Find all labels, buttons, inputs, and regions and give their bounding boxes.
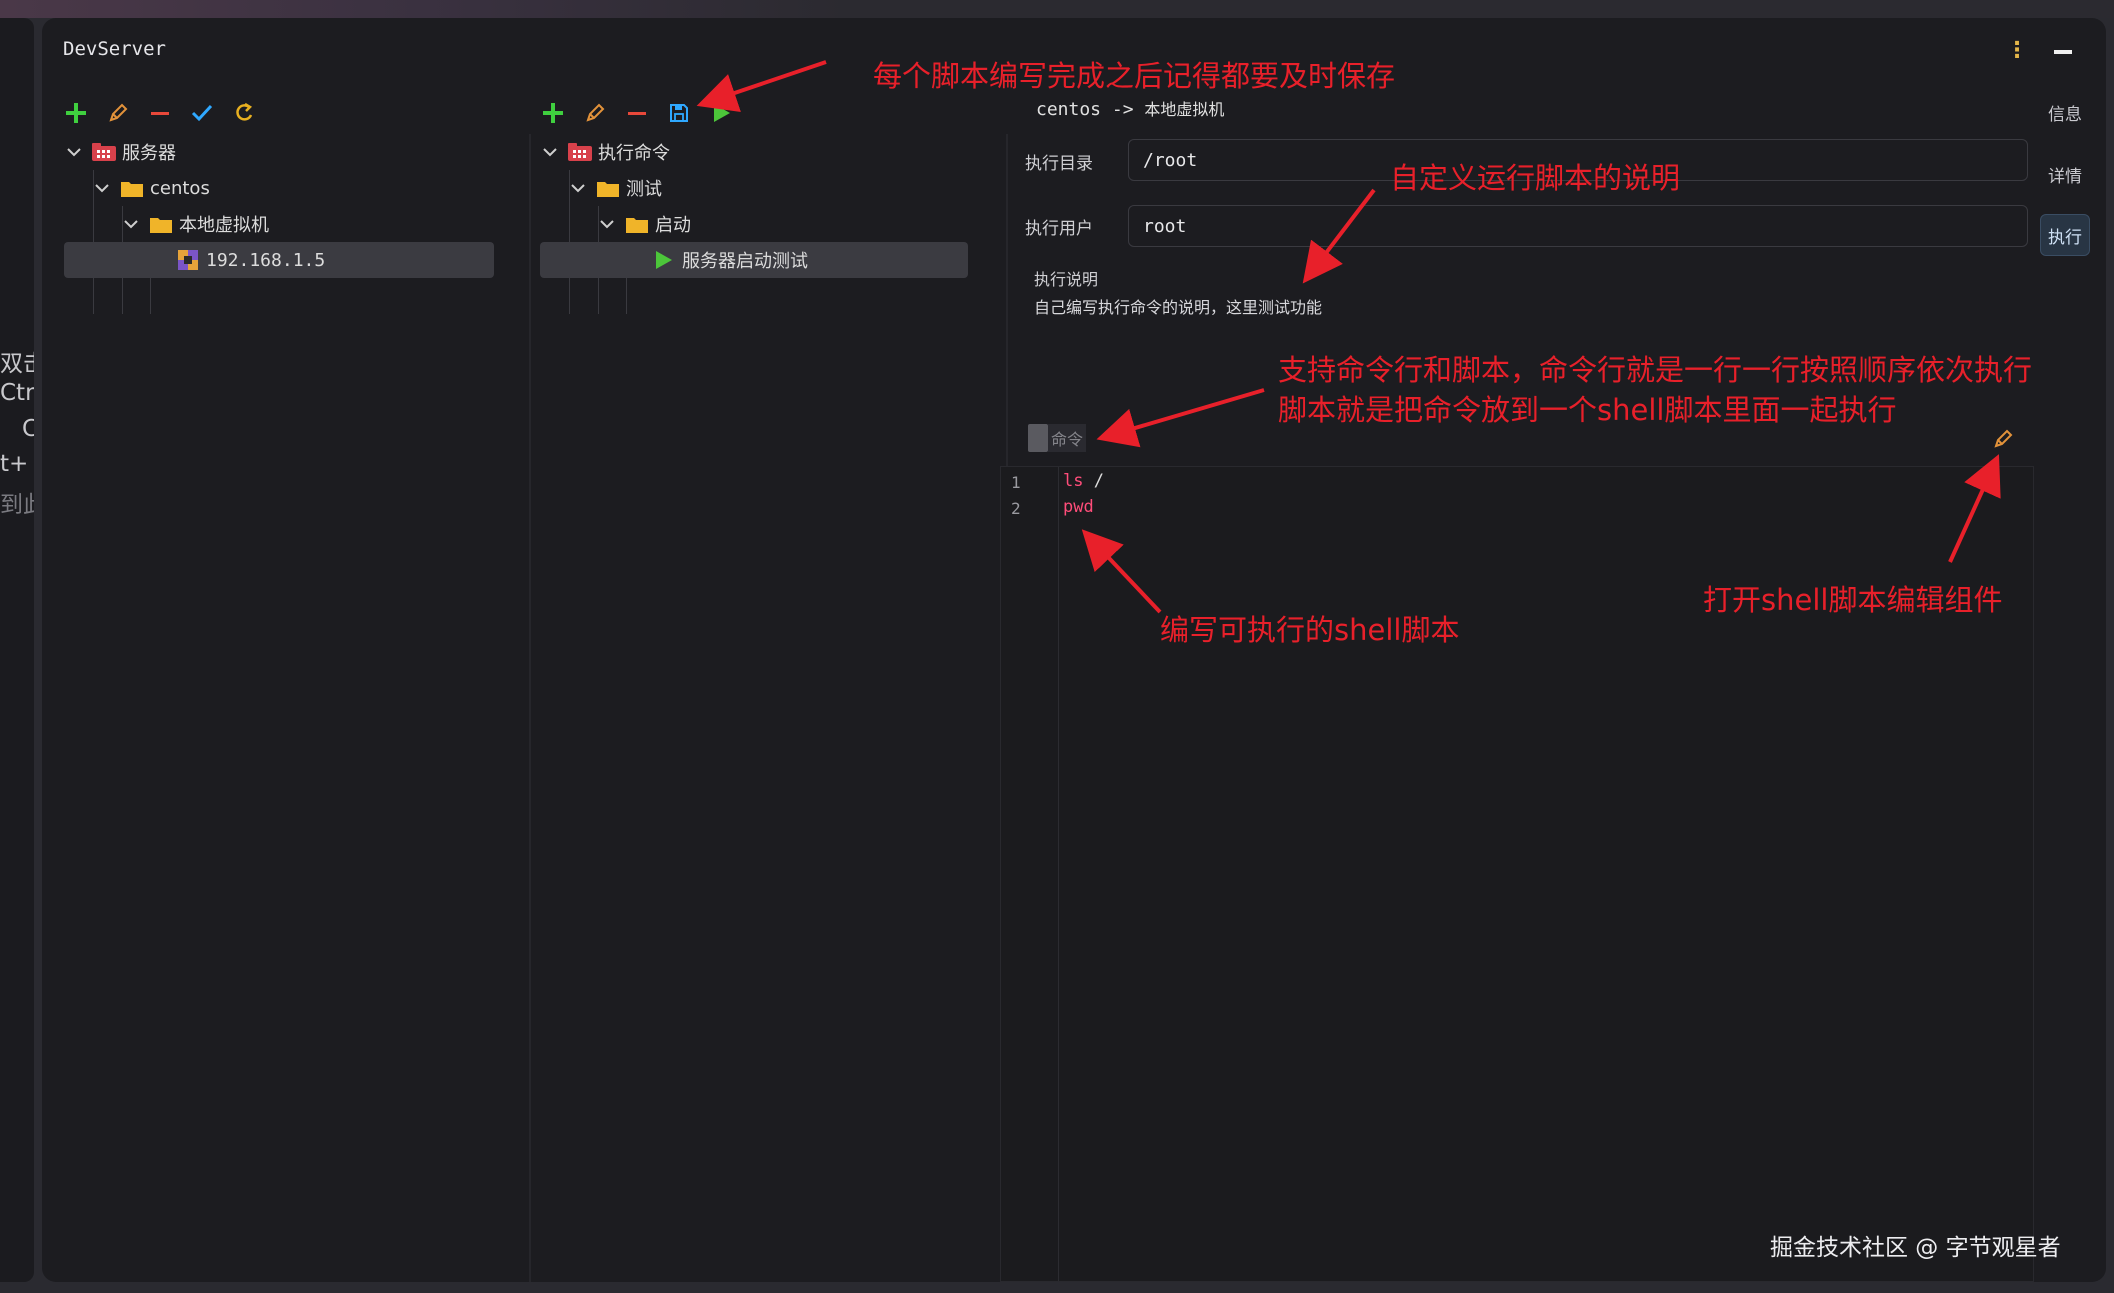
- connect-server-button[interactable]: [188, 99, 216, 127]
- plus-icon: [66, 103, 86, 123]
- user-label: 执行用户: [1025, 219, 1093, 239]
- server-group-icon: [92, 142, 116, 162]
- edge-text: 双击: [0, 351, 34, 377]
- annotation-description: 自定义运行脚本的说明: [1390, 161, 1681, 195]
- annotation-save: 每个脚本编写完成之后记得都要及时保存: [873, 59, 1396, 93]
- refresh-icon: [236, 102, 253, 121]
- edge-text: 到此: [0, 492, 34, 518]
- folder-icon: [120, 178, 144, 198]
- run-command-button[interactable]: [707, 99, 735, 127]
- watermark: 掘金技术社区 @ 字节观星者: [1770, 1235, 2061, 1261]
- save-command-button[interactable]: [665, 99, 693, 127]
- tree-label: centos: [150, 177, 210, 199]
- tree-node-startup[interactable]: 启动: [597, 206, 691, 242]
- tree-label: 测试: [626, 179, 662, 200]
- tree-node-host[interactable]: 192.168.1.5: [64, 242, 494, 278]
- dir-label: 执行目录: [1025, 154, 1093, 174]
- mode-toggle-switch[interactable]: [1028, 424, 1048, 452]
- mode-toggle[interactable]: 命令: [1028, 424, 1086, 452]
- line-gutter: [1001, 467, 1059, 1281]
- tree-label: 执行命令: [598, 143, 670, 164]
- tree-label: 服务器: [122, 143, 176, 164]
- breadcrumb: centos -> 本地虚拟机: [1036, 96, 1224, 120]
- annotation-mode-line1: 支持命令行和脚本，命令行就是一行一行按照顺序依次执行: [1278, 353, 2033, 387]
- annotation-mode-line2: 脚本就是把命令放到一个shell脚本里面一起执行: [1278, 393, 1897, 427]
- edge-text: Ctrl: [0, 380, 34, 406]
- check-icon: [191, 104, 213, 122]
- tab-info[interactable]: 信息: [2048, 100, 2082, 125]
- pencil-icon: [586, 103, 605, 122]
- breadcrumb-separator: ->: [1111, 99, 1134, 120]
- tree-node-local-vm[interactable]: 本地虚拟机: [121, 206, 269, 242]
- play-icon: [714, 104, 730, 122]
- annotation-open-editor: 打开shell脚本编辑组件: [1703, 583, 2003, 617]
- chevron-down-icon[interactable]: [540, 142, 560, 162]
- edge-text: t+: [0, 451, 29, 477]
- edit-server-button[interactable]: [104, 99, 132, 127]
- mode-toggle-label: 命令: [1048, 424, 1086, 452]
- plus-icon: [543, 103, 563, 123]
- devserver-window: DevServer ⋮ 服务器 centos 本地虚拟机 192.168.1.5…: [42, 18, 2106, 1282]
- folder-icon: [625, 214, 649, 234]
- breadcrumb-server: centos: [1036, 99, 1102, 120]
- line-number: 2: [1011, 499, 1021, 518]
- chevron-down-icon[interactable]: [92, 178, 112, 198]
- line-number: 1: [1011, 473, 1021, 492]
- chevron-down-icon[interactable]: [597, 214, 617, 234]
- refresh-server-button[interactable]: [230, 99, 258, 127]
- window-title: DevServer: [63, 38, 166, 60]
- tree-node-test[interactable]: 测试: [568, 170, 662, 206]
- tree-node-servers[interactable]: 服务器: [64, 134, 524, 170]
- code-command: pwd: [1063, 497, 1094, 517]
- user-input[interactable]: root: [1128, 205, 2028, 247]
- tree-node-script[interactable]: 服务器启动测试: [540, 242, 968, 278]
- remove-command-button[interactable]: [623, 99, 651, 127]
- save-icon: [670, 104, 688, 122]
- edge-text: C: [22, 416, 34, 442]
- annotation-editor: 编写可执行的shell脚本: [1160, 613, 1460, 647]
- tree-label: 本地虚拟机: [179, 215, 269, 236]
- pencil-icon: [109, 103, 128, 122]
- chevron-down-icon[interactable]: [64, 142, 84, 162]
- tree-node-commands[interactable]: 执行命令: [540, 134, 670, 170]
- folder-icon: [596, 178, 620, 198]
- remove-server-button[interactable]: [146, 99, 174, 127]
- more-menu-icon[interactable]: ⋮: [2006, 38, 2028, 63]
- chevron-down-icon[interactable]: [121, 214, 141, 234]
- minus-icon: [151, 112, 169, 115]
- desktop-top-strip: [0, 0, 2114, 18]
- open-script-editor-icon[interactable]: [1992, 428, 2014, 454]
- code-line[interactable]: pwd: [1063, 497, 1094, 517]
- execute-button[interactable]: 执行: [2040, 214, 2090, 256]
- command-group-icon: [568, 142, 592, 162]
- code-command: ls: [1063, 471, 1084, 491]
- play-icon: [652, 250, 676, 270]
- minus-icon: [628, 112, 646, 115]
- tree-label: 启动: [655, 215, 691, 236]
- server-tree-pane: 服务器 centos 本地虚拟机 192.168.1.5: [64, 134, 531, 1282]
- command-toolbar: [539, 96, 735, 130]
- code-line[interactable]: ls /: [1063, 471, 1104, 491]
- add-command-button[interactable]: [539, 99, 567, 127]
- minimize-button[interactable]: [2054, 50, 2072, 54]
- background-window-edge: 双击 Ctrl C t+ 到此: [0, 18, 34, 1282]
- tree-node-centos[interactable]: centos: [92, 170, 210, 206]
- breadcrumb-target: 本地虚拟机: [1144, 100, 1225, 119]
- command-tree-pane: 执行命令 测试 启动 服务器启动测试: [540, 134, 1008, 1282]
- host-icon: [176, 250, 200, 270]
- tree-label: 192.168.1.5: [206, 249, 326, 271]
- folder-icon: [149, 214, 173, 234]
- chevron-down-icon[interactable]: [568, 178, 588, 198]
- tree-label: 服务器启动测试: [682, 251, 808, 272]
- edit-command-button[interactable]: [581, 99, 609, 127]
- code-argument: /: [1083, 471, 1104, 491]
- add-server-button[interactable]: [62, 99, 90, 127]
- server-toolbar: [62, 96, 258, 130]
- description-title: 执行说明: [1034, 270, 1099, 289]
- tab-detail[interactable]: 详情: [2048, 162, 2082, 187]
- description-text: 自己编写执行命令的说明，这里测试功能: [1034, 298, 1323, 317]
